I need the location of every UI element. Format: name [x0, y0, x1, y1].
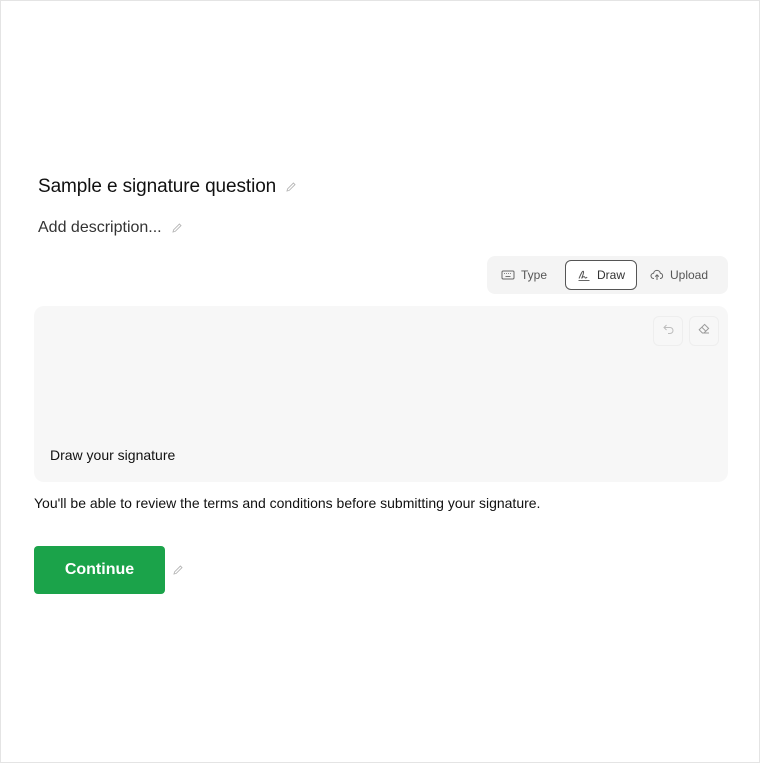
- undo-icon: [662, 322, 675, 340]
- terms-notice: You'll be able to review the terms and c…: [34, 495, 541, 511]
- upload-mode-button[interactable]: Upload: [650, 260, 708, 290]
- edit-pencil-icon[interactable]: [171, 221, 185, 235]
- signature-draw-pad[interactable]: Draw your signature: [34, 306, 728, 482]
- question-title[interactable]: Sample e signature question: [38, 176, 276, 198]
- form-canvas: Sample e signature question Add descript…: [0, 0, 760, 763]
- undo-button[interactable]: [653, 316, 683, 346]
- question-title-row: Sample e signature question: [38, 173, 299, 201]
- edit-pencil-icon[interactable]: [172, 563, 186, 577]
- draw-mode-button[interactable]: Draw: [565, 260, 637, 290]
- signature-icon: [577, 268, 591, 282]
- continue-button[interactable]: Continue: [34, 546, 165, 594]
- type-mode-button[interactable]: Type: [501, 260, 547, 290]
- keyboard-icon: [501, 269, 515, 281]
- edit-pencil-icon[interactable]: [285, 180, 299, 194]
- signature-mode-switcher: Type Draw Upload: [487, 256, 728, 294]
- draw-mode-label: Draw: [596, 268, 625, 282]
- continue-row: Continue: [34, 546, 186, 594]
- cloud-upload-icon: [650, 269, 664, 281]
- question-description[interactable]: Add description...: [38, 219, 162, 237]
- question-description-row: Add description...: [38, 216, 185, 240]
- eraser-icon: [697, 322, 711, 340]
- type-mode-label: Type: [521, 268, 548, 282]
- upload-mode-label: Upload: [670, 268, 709, 282]
- draw-signature-hint: Draw your signature: [50, 447, 176, 463]
- clear-signature-button[interactable]: [689, 316, 719, 346]
